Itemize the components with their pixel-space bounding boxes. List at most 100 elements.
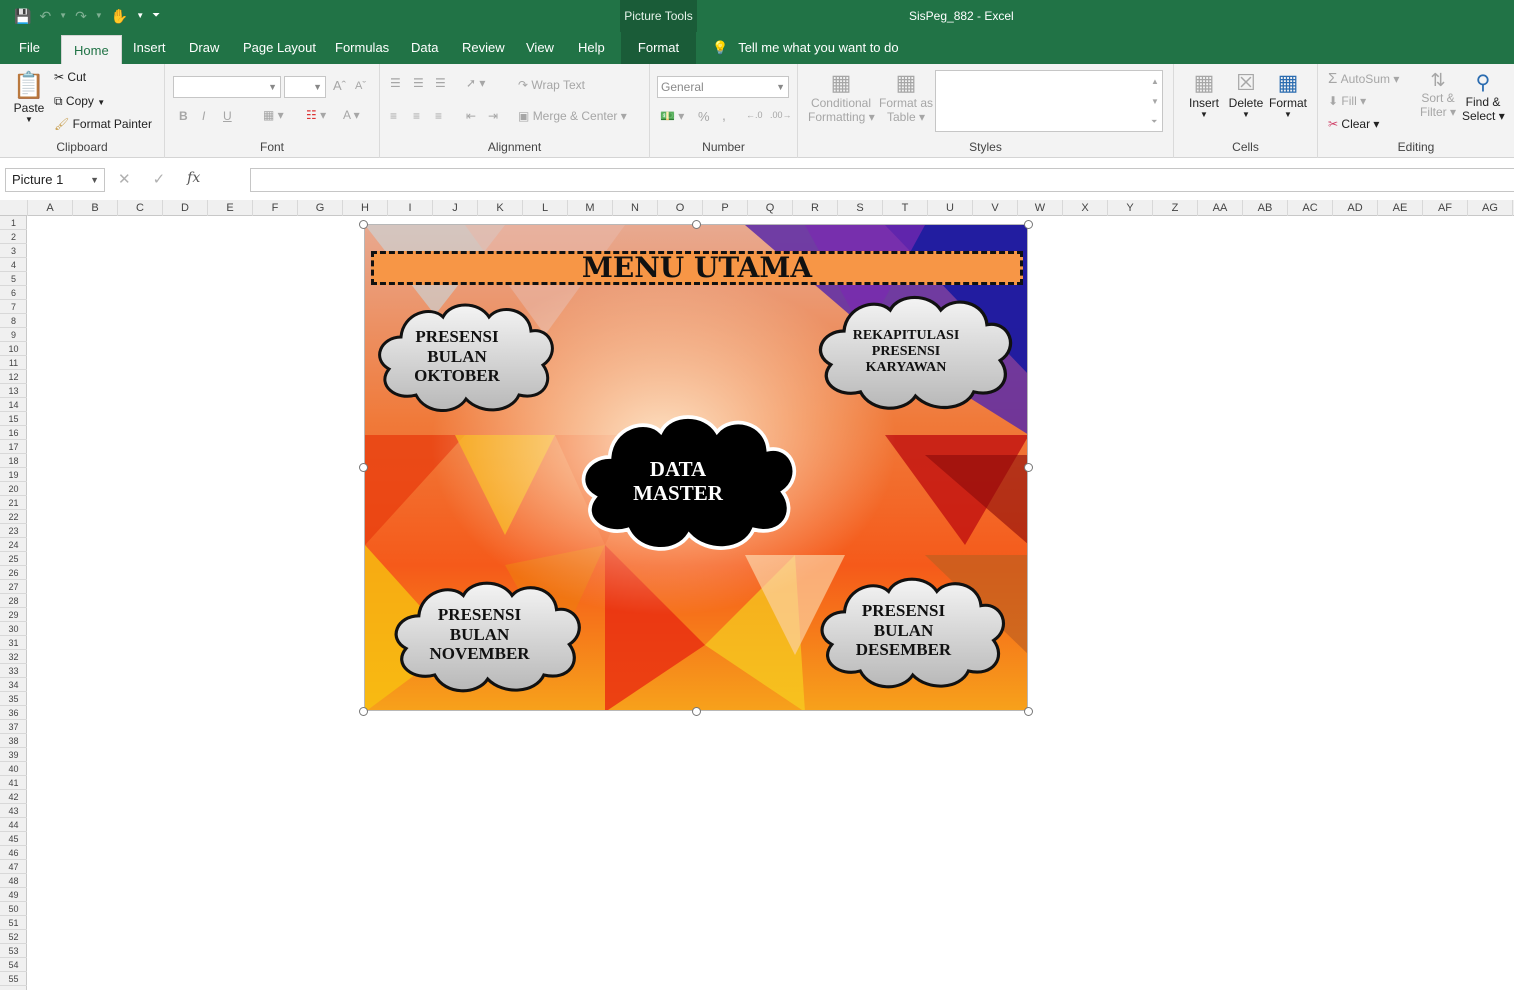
column-header[interactable]: AF [1423, 200, 1468, 216]
column-header[interactable]: N [613, 200, 658, 216]
row-header[interactable]: 52 [0, 930, 27, 944]
resize-handle-top-left[interactable] [359, 220, 368, 229]
row-header[interactable]: 49 [0, 888, 27, 902]
conditional-formatting-button[interactable]: ▦ Conditional Formatting ▾ [808, 70, 875, 124]
row-header[interactable]: 15 [0, 412, 27, 426]
accounting-format-icon[interactable]: 💵 ▾ [660, 109, 684, 123]
row-header[interactable]: 36 [0, 706, 27, 720]
column-header[interactable]: I [388, 200, 433, 216]
tab-format[interactable]: Format [621, 32, 696, 64]
touch-mode-icon[interactable]: ✋ [111, 6, 128, 26]
row-header[interactable]: 46 [0, 846, 27, 860]
row-header[interactable]: 24 [0, 538, 27, 552]
column-header[interactable]: M [568, 200, 613, 216]
row-header[interactable]: 27 [0, 580, 27, 594]
column-header[interactable]: L [523, 200, 568, 216]
row-header[interactable]: 44 [0, 818, 27, 832]
resize-handle-top[interactable] [692, 220, 701, 229]
column-header[interactable]: E [208, 200, 253, 216]
tab-home[interactable]: Home [61, 35, 122, 64]
row-header[interactable]: 33 [0, 664, 27, 678]
orientation-icon[interactable]: ➚ ▾ [466, 76, 485, 90]
column-header[interactable]: AB [1243, 200, 1288, 216]
row-header[interactable]: 23 [0, 524, 27, 538]
name-box[interactable]: Picture 1 ▼ [5, 168, 105, 192]
save-icon[interactable]: 💾 [14, 6, 31, 26]
insert-function-icon[interactable]: fx [187, 170, 200, 188]
row-header[interactable]: 45 [0, 832, 27, 846]
shrink-font-icon[interactable]: Aˇ [355, 80, 366, 92]
row-header[interactable]: 7 [0, 300, 27, 314]
borders-icon[interactable]: ▦ ▾ [263, 108, 284, 122]
row-header[interactable]: 28 [0, 594, 27, 608]
row-header[interactable]: 39 [0, 748, 27, 762]
top-align-icon[interactable]: ☰ [390, 76, 401, 90]
column-header[interactable]: H [343, 200, 388, 216]
customize-qat-icon[interactable]: ⏷ [152, 6, 160, 26]
row-header[interactable]: 50 [0, 902, 27, 916]
touch-mode-dropdown-icon[interactable]: ▼ [136, 6, 144, 26]
column-header[interactable]: C [118, 200, 163, 216]
redo-dropdown-icon[interactable]: ▼ [95, 6, 103, 26]
row-header[interactable]: 20 [0, 482, 27, 496]
row-header[interactable]: 19 [0, 468, 27, 482]
column-header[interactable]: W [1018, 200, 1063, 216]
column-header[interactable]: X [1063, 200, 1108, 216]
tab-review[interactable]: Review [462, 32, 505, 64]
undo-icon[interactable]: ↶ [39, 6, 51, 26]
middle-align-icon[interactable]: ☰ [413, 76, 424, 90]
row-header[interactable]: 12 [0, 370, 27, 384]
column-header[interactable]: D [163, 200, 208, 216]
column-header[interactable]: A [28, 200, 73, 216]
row-header[interactable]: 25 [0, 552, 27, 566]
row-header[interactable]: 11 [0, 356, 27, 370]
insert-cells-button[interactable]: ▦ Insert ▼ [1186, 70, 1222, 119]
column-header[interactable]: P [703, 200, 748, 216]
row-header[interactable]: 35 [0, 692, 27, 706]
row-header[interactable]: 8 [0, 314, 27, 328]
tab-file[interactable]: File [19, 32, 40, 64]
merge-center-button[interactable]: ▣ Merge & Center ▾ [518, 109, 627, 123]
row-header[interactable]: 43 [0, 804, 27, 818]
column-header[interactable]: R [793, 200, 838, 216]
align-right-icon[interactable]: ≡ [435, 109, 442, 123]
delete-cells-button[interactable]: ☒ Delete ▼ [1228, 70, 1264, 119]
tell-me-box[interactable]: 💡 Tell me what you want to do [712, 32, 899, 64]
font-size-combo[interactable]: ▼ [284, 76, 326, 98]
row-header[interactable]: 3 [0, 244, 27, 258]
column-header[interactable]: AE [1378, 200, 1423, 216]
decrease-indent-icon[interactable]: ⇤ [466, 109, 476, 123]
row-header[interactable]: 1 [0, 216, 27, 230]
column-header[interactable]: K [478, 200, 523, 216]
row-header[interactable]: 26 [0, 566, 27, 580]
increase-decimal-icon[interactable]: ←.0 [746, 110, 763, 120]
select-all-corner[interactable] [0, 200, 28, 216]
column-header[interactable]: O [658, 200, 703, 216]
bottom-align-icon[interactable]: ☰ [435, 76, 446, 90]
row-header[interactable]: 22 [0, 510, 27, 524]
bold-button[interactable]: B [179, 109, 188, 123]
row-header[interactable]: 21 [0, 496, 27, 510]
column-header[interactable]: Y [1108, 200, 1153, 216]
column-header[interactable]: AD [1333, 200, 1378, 216]
sort-filter-button[interactable]: ⇅ Sort & Filter ▾ [1418, 70, 1458, 119]
cut-button[interactable]: ✂ Cut [54, 70, 86, 84]
row-header[interactable]: 9 [0, 328, 27, 342]
column-header[interactable]: Z [1153, 200, 1198, 216]
row-header[interactable]: 4 [0, 258, 27, 272]
clear-button[interactable]: ✂ Clear ▾ [1328, 117, 1379, 131]
font-name-combo[interactable]: ▼ [173, 76, 281, 98]
comma-button[interactable]: , [722, 107, 726, 123]
column-header[interactable]: AA [1198, 200, 1243, 216]
decrease-decimal-icon[interactable]: .00→ [770, 110, 792, 120]
row-header[interactable]: 2 [0, 230, 27, 244]
resize-handle-left[interactable] [359, 463, 368, 472]
row-header[interactable]: 5 [0, 272, 27, 286]
font-color-icon[interactable]: A ▾ [343, 108, 360, 122]
row-header[interactable]: 6 [0, 286, 27, 300]
column-header[interactable]: T [883, 200, 928, 216]
row-header[interactable]: 38 [0, 734, 27, 748]
find-select-button[interactable]: ⚲ Find & Select ▾ [1462, 70, 1505, 123]
column-header[interactable]: V [973, 200, 1018, 216]
format-cells-button[interactable]: ▦ Format ▼ [1268, 70, 1308, 119]
